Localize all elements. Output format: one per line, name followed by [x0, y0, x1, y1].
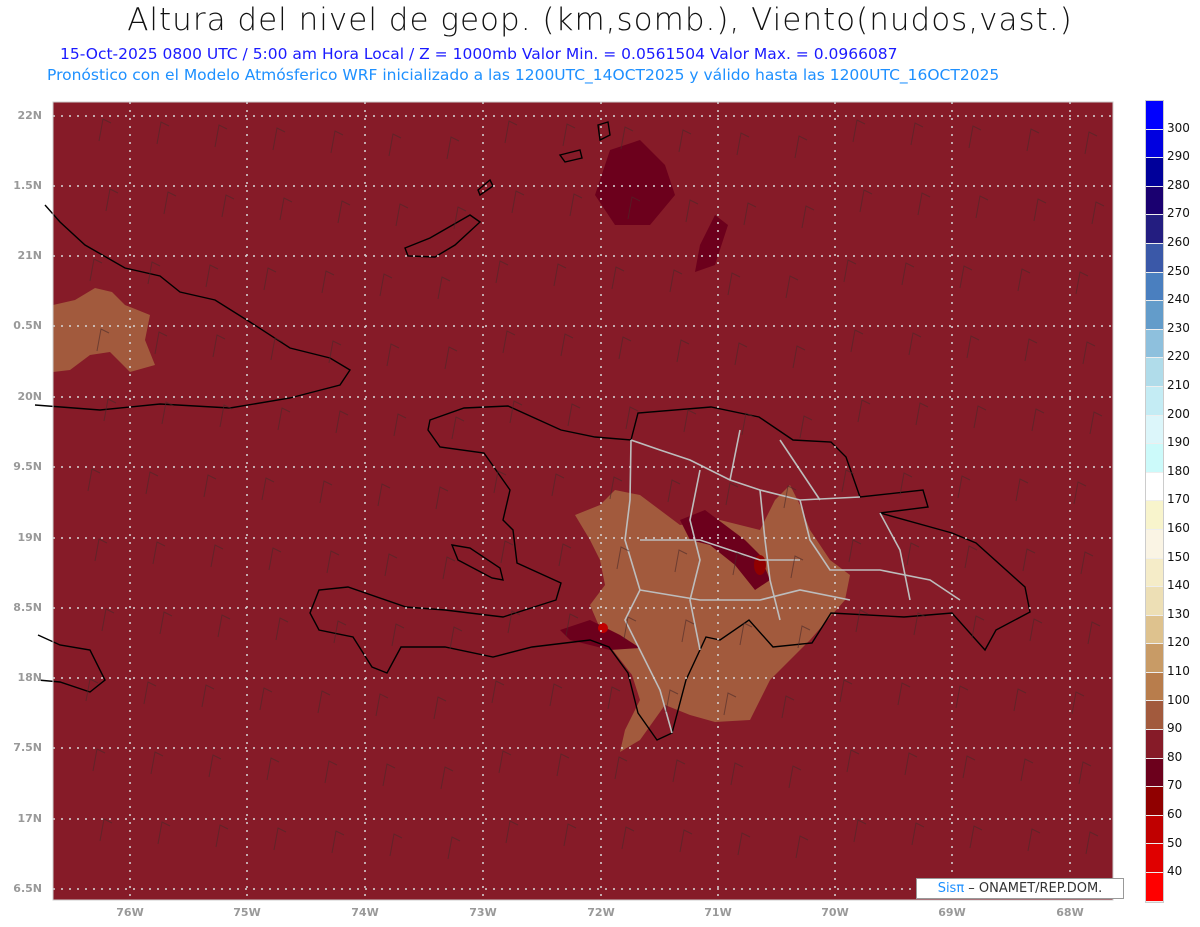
colorbar-swatch: [1146, 615, 1163, 645]
latitude-label: 8.5N: [13, 601, 42, 614]
colorbar-swatch: [1146, 501, 1163, 530]
colorbar-label: 170: [1167, 492, 1190, 507]
latitude-label: 0.5N: [13, 319, 42, 332]
colorbar-swatch: [1146, 844, 1163, 874]
colorbar-label: 230: [1167, 320, 1190, 335]
colorbar-swatch: [1146, 672, 1163, 702]
colorbar-label: 280: [1167, 177, 1190, 192]
map-canvas: [34, 101, 1114, 901]
colorbar-label: 110: [1167, 664, 1190, 678]
colorbar-label: 40: [1167, 864, 1183, 879]
colorbar-label: 300: [1167, 120, 1190, 135]
latitude-label: 19N: [17, 531, 42, 544]
longitude-label: 76W: [116, 906, 144, 919]
colorbar-swatch: [1146, 329, 1163, 359]
colorbar-label: 90: [1167, 721, 1183, 736]
colorbar-swatch: [1146, 386, 1163, 416]
colorbar-label: 120: [1167, 635, 1190, 650]
colorbar-label: 260: [1167, 235, 1190, 249]
longitude-label: 71W: [704, 906, 732, 919]
latitude-label: 21N: [17, 249, 42, 262]
colorbar-label: 190: [1167, 435, 1190, 450]
latitude-label: 7.5N: [13, 741, 42, 754]
colorbar-label: 270: [1167, 206, 1190, 221]
colorbar-swatch: [1146, 444, 1163, 473]
colorbar-swatch: [1146, 186, 1163, 216]
colorbar-label: 250: [1167, 263, 1190, 278]
colorbar-label: 150: [1167, 549, 1190, 564]
colorbar-label: 60: [1167, 807, 1183, 821]
colorbar-label: 50: [1167, 835, 1183, 850]
colorbar-label: 160: [1167, 521, 1190, 535]
latitude-label: 20N: [17, 390, 42, 403]
colorbar-swatch: [1146, 472, 1163, 502]
colorbar-swatch: [1146, 558, 1163, 588]
colorbar-label: 220: [1167, 349, 1190, 364]
colorbar: [1145, 100, 1164, 903]
longitude-label: 72W: [587, 906, 615, 919]
colorbar-swatch: [1146, 129, 1163, 159]
latitude-label: 1.5N: [13, 179, 42, 192]
latitude-label: 22N: [17, 109, 42, 122]
credit-box: Sisπ – ONAMET/REP.DOM.: [916, 878, 1124, 899]
colorbar-swatch: [1146, 587, 1163, 616]
colorbar-swatch: [1146, 730, 1163, 759]
colorbar-swatch: [1146, 158, 1163, 187]
colorbar-label: 70: [1167, 778, 1183, 793]
colorbar-swatch: [1146, 529, 1163, 559]
colorbar-label: 200: [1167, 406, 1190, 421]
colorbar-swatch: [1146, 787, 1163, 816]
colorbar-swatch: [1146, 301, 1163, 330]
longitude-label: 68W: [1056, 906, 1084, 919]
colorbar-swatch: [1146, 215, 1163, 244]
colorbar-swatch: [1146, 644, 1163, 673]
longitude-label: 74W: [351, 906, 379, 919]
colorbar-label: 130: [1167, 606, 1190, 621]
colorbar-swatch: [1146, 272, 1163, 302]
longitude-label: 73W: [469, 906, 497, 919]
latitude-label: 6.5N: [13, 882, 42, 895]
colorbar-label: 180: [1167, 463, 1190, 478]
colorbar-label: 210: [1167, 378, 1190, 392]
credit-text: – ONAMET/REP.DOM.: [964, 881, 1103, 896]
colorbar-label: 140: [1167, 578, 1190, 593]
latitude-label: 18N: [17, 671, 42, 684]
latitude-label: 9.5N: [13, 460, 42, 473]
map-background: [53, 102, 1113, 900]
colorbar-swatch: [1146, 701, 1163, 731]
colorbar-swatch: [1146, 243, 1163, 273]
colorbar-swatch: [1146, 873, 1163, 902]
colorbar-swatch: [1146, 101, 1163, 130]
colorbar-label: 240: [1167, 292, 1190, 307]
colorbar-swatch: [1146, 758, 1163, 788]
colorbar-swatch: [1146, 415, 1163, 445]
latitude-label: 17N: [17, 812, 42, 825]
colorbar-swatch: [1146, 358, 1163, 387]
colorbar-label: 290: [1167, 149, 1190, 164]
longitude-label: 75W: [233, 906, 261, 919]
longitude-label: 69W: [938, 906, 966, 919]
colorbar-label: 100: [1167, 692, 1190, 707]
longitude-label: 70W: [821, 906, 849, 919]
colorbar-swatch: [1146, 815, 1163, 845]
colorbar-label: 80: [1167, 749, 1183, 764]
credit-brand: Sisπ: [937, 881, 965, 896]
shade-red-spot: [598, 623, 608, 633]
